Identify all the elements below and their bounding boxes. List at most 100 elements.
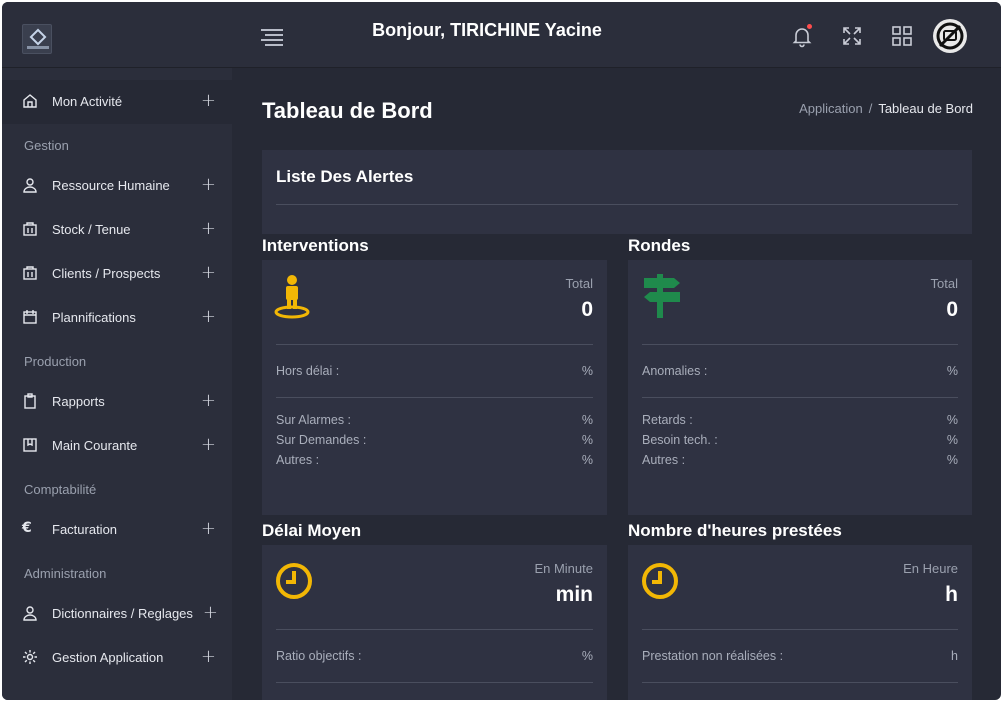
box-icon bbox=[22, 265, 38, 281]
stat-label: Sur Alarmes : bbox=[276, 413, 352, 427]
stat-label: Autres : bbox=[642, 453, 686, 467]
clipboard-icon bbox=[22, 393, 38, 409]
stat-row: Autres :% bbox=[642, 453, 958, 471]
clock-icon bbox=[640, 557, 680, 605]
apps-grid-icon[interactable] bbox=[890, 24, 914, 48]
top-bar: Bonjour, TIRICHINE Yacine bbox=[2, 2, 1001, 68]
divider bbox=[642, 682, 958, 683]
expand-plus-icon[interactable]: + bbox=[201, 434, 216, 455]
breadcrumb-separator: / bbox=[868, 101, 873, 116]
stat-label: Besoin tech. : bbox=[642, 433, 718, 447]
kpi-value: h bbox=[945, 583, 958, 606]
sidebar-item-label: Gestion Application bbox=[52, 650, 164, 665]
app-window: Bonjour, TIRICHINE Yacine Mon Activité +… bbox=[2, 2, 1001, 700]
sidebar-item-ressource-humaine[interactable]: Ressource Humaine + bbox=[2, 164, 232, 208]
delai-moyen-title: Délai Moyen bbox=[262, 521, 362, 540]
kpi-value: min bbox=[555, 583, 593, 606]
expand-plus-icon[interactable]: + bbox=[201, 218, 216, 239]
person-pin-icon bbox=[274, 272, 314, 320]
interventions-title: Interventions bbox=[262, 236, 369, 255]
sidebar-item-stock-tenue[interactable]: Stock / Tenue + bbox=[2, 208, 232, 252]
sidebar-item-gestion-application[interactable]: Gestion Application + bbox=[2, 636, 232, 680]
divider bbox=[276, 397, 593, 398]
breadcrumb-root[interactable]: Application bbox=[799, 101, 863, 116]
box-icon bbox=[22, 221, 38, 237]
user-icon bbox=[22, 177, 38, 193]
sidebar-item-rapports[interactable]: Rapports + bbox=[2, 380, 232, 424]
app-logo[interactable] bbox=[22, 24, 52, 54]
expand-plus-icon[interactable]: + bbox=[201, 518, 216, 539]
expand-plus-icon[interactable]: + bbox=[201, 646, 216, 667]
sidebar-section-gestion: Gestion bbox=[24, 138, 69, 153]
stat-label: Prestation non réalisées : bbox=[642, 649, 784, 663]
rondes-card: Total 0 Anomalies :% Retards :% Besoin t… bbox=[628, 260, 972, 515]
kpi-value: 0 bbox=[946, 298, 958, 321]
stat-row: Sur Alarmes :% bbox=[276, 413, 593, 431]
bell-icon[interactable] bbox=[790, 24, 814, 48]
divider bbox=[276, 682, 593, 683]
expand-plus-icon[interactable]: + bbox=[201, 390, 216, 411]
stat-value: % bbox=[581, 433, 593, 447]
stat-value: % bbox=[946, 413, 958, 427]
divider bbox=[276, 204, 958, 205]
sidebar-item-label: Rapports bbox=[52, 394, 105, 409]
sidebar-section-administration: Administration bbox=[24, 566, 107, 581]
expand-icon[interactable] bbox=[840, 24, 864, 48]
expand-plus-icon[interactable]: + bbox=[201, 262, 216, 283]
stat-value: % bbox=[946, 364, 958, 378]
logo-wordmark bbox=[27, 46, 49, 49]
sidebar-item-facturation[interactable]: € Facturation + bbox=[2, 508, 232, 552]
sidebar-item-main-courante[interactable]: Main Courante + bbox=[2, 424, 232, 468]
expand-plus-icon[interactable]: + bbox=[201, 174, 216, 195]
stat-label: Ratio objectifs : bbox=[276, 649, 362, 663]
sidebar-item-label: Facturation bbox=[52, 522, 118, 537]
stat-row: Ratio objectifs :% bbox=[276, 649, 593, 667]
sidebar-section-production: Production bbox=[24, 354, 87, 369]
stat-row: Retards :% bbox=[642, 413, 958, 431]
menu-icon[interactable] bbox=[261, 29, 285, 47]
stat-value: % bbox=[946, 453, 958, 467]
avatar[interactable] bbox=[932, 18, 968, 54]
stat-label: Autres : bbox=[276, 453, 320, 467]
divider bbox=[276, 344, 593, 345]
main-content: Tableau de Bord Application / Tableau de B… bbox=[232, 68, 1001, 700]
kpi-label: En Minute bbox=[534, 561, 593, 576]
expand-plus-icon[interactable]: + bbox=[203, 602, 218, 623]
breadcrumb-current: Tableau de Bord bbox=[878, 101, 973, 116]
expand-plus-icon[interactable]: + bbox=[201, 90, 216, 111]
breadcrumb: Application / Tableau de Bord bbox=[799, 101, 973, 116]
sidebar-item-label: Ressource Humaine bbox=[52, 178, 170, 193]
sidebar: Mon Activité + Gestion Ressource Humaine… bbox=[2, 68, 232, 700]
sidebar-item-clients-prospects[interactable]: Clients / Prospects + bbox=[2, 252, 232, 296]
divider bbox=[276, 629, 593, 630]
sidebar-item-plannifications[interactable]: Plannifications + bbox=[2, 296, 232, 340]
sidebar-item-label: Dictionnaires / Reglages bbox=[52, 606, 193, 621]
stat-label: Anomalies : bbox=[642, 364, 708, 378]
stat-value: % bbox=[581, 413, 593, 427]
stat-value: % bbox=[581, 453, 593, 467]
notification-dot bbox=[807, 24, 812, 29]
sidebar-item-label: Stock / Tenue bbox=[52, 222, 131, 237]
kpi-value: 0 bbox=[581, 298, 593, 321]
expand-plus-icon[interactable]: + bbox=[201, 306, 216, 327]
sidebar-item-dictionnaires-reglages[interactable]: Dictionnaires / Reglages + bbox=[2, 592, 232, 636]
sidebar-section-comptabilite: Comptabilité bbox=[24, 482, 97, 497]
divider bbox=[642, 344, 958, 345]
stat-row: Anomalies :% bbox=[642, 364, 958, 382]
user-icon bbox=[22, 605, 38, 621]
delai-moyen-card: En Minute min Ratio objectifs :% bbox=[262, 545, 607, 700]
heures-prestees-card: En Heure h Prestation non réalisées : h bbox=[628, 545, 972, 700]
kpi-label: Total bbox=[565, 276, 593, 291]
stat-label: Sur Demandes : bbox=[276, 433, 367, 447]
sidebar-item-mon-activite[interactable]: Mon Activité + bbox=[2, 80, 232, 124]
stat-label: Retards : bbox=[642, 413, 693, 427]
sidebar-item-label: Clients / Prospects bbox=[52, 266, 161, 281]
book-icon bbox=[22, 437, 38, 453]
home-icon bbox=[22, 93, 38, 109]
clock-icon bbox=[274, 557, 314, 605]
euro-icon: € bbox=[22, 520, 32, 536]
stat-row: Prestation non réalisées : h bbox=[642, 649, 958, 667]
stat-value: % bbox=[581, 364, 593, 378]
sidebar-item-label: Mon Activité bbox=[52, 94, 123, 109]
sidebar-item-label: Plannifications bbox=[52, 310, 136, 325]
